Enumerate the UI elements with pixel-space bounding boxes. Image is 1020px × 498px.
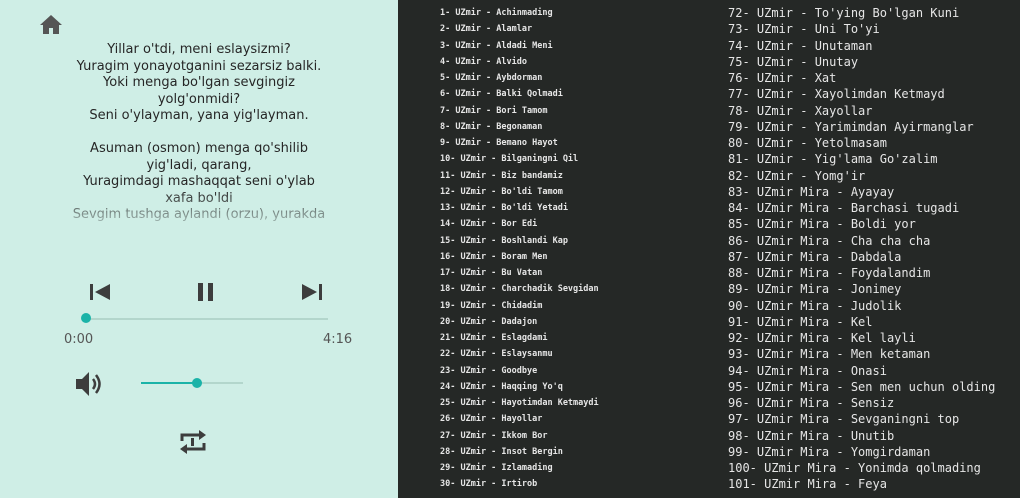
track-item[interactable]: 6- UZmir - Balki Qolmadi <box>440 86 599 102</box>
track-item[interactable]: 94- UZmir Mira - Onasi <box>728 363 995 379</box>
track-item[interactable]: 20- UZmir - Dadajon <box>440 314 599 330</box>
track-item[interactable]: 16- UZmir - Boram Men <box>440 249 599 265</box>
track-item[interactable]: 89- UZmir Mira - Jonimey <box>728 281 995 297</box>
track-item[interactable]: 23- UZmir - Goodbye <box>440 363 599 379</box>
track-item[interactable]: 88- UZmir Mira - Foydalandim <box>728 265 995 281</box>
track-item[interactable]: 101- UZmir Mira - Feya <box>728 476 995 492</box>
track-item[interactable]: 72- UZmir - To'ying Bo'lgan Kuni <box>728 5 995 21</box>
track-item[interactable]: 10- UZmir - Bilganingni Qil <box>440 151 599 167</box>
track-item[interactable]: 96- UZmir Mira - Sensiz <box>728 395 995 411</box>
track-item[interactable]: 8- UZmir - Begonaman <box>440 119 599 135</box>
track-item[interactable]: 90- UZmir Mira - Judolik <box>728 298 995 314</box>
track-item[interactable]: 73- UZmir - Uni To'yi <box>728 21 995 37</box>
track-item[interactable]: 29- UZmir - Izlamading <box>440 460 599 476</box>
track-item[interactable]: 3- UZmir - Aldadi Meni <box>440 38 599 54</box>
track-item[interactable]: 82- UZmir - Yomg'ir <box>728 168 995 184</box>
lyrics-line: Yillar o'tdi, meni eslaysizmi? <box>107 42 291 57</box>
seek-thumb[interactable] <box>81 313 91 323</box>
lyrics-line: Yoki menga bo'lgan sevgingiz <box>103 75 295 90</box>
track-item[interactable]: 18- UZmir - Charchadik Sevgidan <box>440 281 599 297</box>
track-item[interactable]: 17- UZmir - Bu Vatan <box>440 265 599 281</box>
track-item[interactable]: 19- UZmir - Chidadim <box>440 298 599 314</box>
track-item[interactable]: 77- UZmir - Xayolimdan Ketmayd <box>728 86 995 102</box>
track-item[interactable]: 81- UZmir - Yig'lama Go'zalim <box>728 151 995 167</box>
lyrics-line: Yuragim yonayotganini sezarsiz balki. <box>76 58 322 74</box>
pause-button[interactable] <box>192 280 220 304</box>
track-item[interactable]: 13- UZmir - Bo'ldi Yetadi <box>440 200 599 216</box>
skip-next-icon <box>302 284 322 300</box>
pause-icon <box>198 283 213 301</box>
track-item[interactable]: 14- UZmir - Bor Edi <box>440 216 599 232</box>
track-item[interactable]: 93- UZmir Mira - Men ketaman <box>728 346 995 362</box>
elapsed-time: 0:00 <box>64 332 94 347</box>
track-item[interactable]: 15- UZmir - Boshlandi Kap <box>440 233 599 249</box>
track-item[interactable]: 87- UZmir Mira - Dabdala <box>728 249 995 265</box>
track-item[interactable]: 21- UZmir - Eslagdami <box>440 330 599 346</box>
volume-thumb[interactable] <box>192 378 203 388</box>
track-item[interactable]: 5- UZmir - Aybdorman <box>440 70 599 86</box>
home-button[interactable] <box>38 12 64 36</box>
lyrics-line: Asuman (osmon) menga qo'shilib <box>90 141 308 156</box>
track-item[interactable]: 25- UZmir - Hayotimdan Ketmaydi <box>440 395 599 411</box>
track-item[interactable]: 28- UZmir - Insot Bergin <box>440 444 599 460</box>
lyrics-line <box>0 125 398 142</box>
track-item[interactable]: 24- UZmir - Haqqing Yo'q <box>440 379 599 395</box>
track-item[interactable]: 22- UZmir - Eslaysanmu <box>440 346 599 362</box>
track-item[interactable]: 95- UZmir Mira - Sen men uchun olding <box>728 379 995 395</box>
track-list-right: 72- UZmir - To'ying Bo'lgan Kuni 73- UZmi… <box>728 5 995 493</box>
track-item[interactable]: 11- UZmir - Biz bandamiz <box>440 168 599 184</box>
skip-previous-icon <box>90 284 110 300</box>
lyrics-line: yig'ladi, qarang, <box>146 157 252 173</box>
track-item[interactable]: 26- UZmir - Hayollar <box>440 411 599 427</box>
repeat-button[interactable] <box>175 426 211 458</box>
track-item[interactable]: 86- UZmir Mira - Cha cha cha <box>728 233 995 249</box>
track-item[interactable]: 100- UZmir Mira - Yonimda qolmading <box>728 460 995 476</box>
track-item[interactable]: 83- UZmir Mira - Ayayay <box>728 184 995 200</box>
lyrics-line: Seni o'ylayman, yana yig'layman. <box>89 108 309 123</box>
track-item[interactable]: 79- UZmir - Yarimimdan Ayirmanglar <box>728 119 995 135</box>
track-item[interactable]: 85- UZmir Mira - Boldi yor <box>728 216 995 232</box>
track-item[interactable]: 27- UZmir - Ikkom Bor <box>440 428 599 444</box>
track-item[interactable]: 9- UZmir - Bemano Hayot <box>440 135 599 151</box>
volume-icon <box>76 372 101 396</box>
lyrics-line: yolg'onmidi? <box>157 91 241 107</box>
track-item[interactable]: 12- UZmir - Bo'ldi Tamom <box>440 184 599 200</box>
track-item[interactable]: 97- UZmir Mira - Sevganingni top <box>728 411 995 427</box>
track-item[interactable]: 84- UZmir Mira - Barchasi tugadi <box>728 200 995 216</box>
track-item[interactable]: 92- UZmir Mira - Kel layli <box>728 330 995 346</box>
track-item[interactable]: 75- UZmir - Unutay <box>728 54 995 70</box>
track-item[interactable]: 7- UZmir - Bori Tamom <box>440 103 599 119</box>
track-item[interactable]: 2- UZmir - Alamlar <box>440 21 599 37</box>
previous-button[interactable] <box>86 280 114 304</box>
track-item[interactable]: 4- UZmir - Alvido <box>440 54 599 70</box>
track-list-left: 1- UZmir - Achinmading 2- UZmir - Alamlar… <box>440 5 599 493</box>
repeat-icon <box>180 430 206 454</box>
track-item[interactable]: 1- UZmir - Achinmading <box>440 5 599 21</box>
track-item[interactable]: 76- UZmir - Xat <box>728 70 995 86</box>
seek-bar[interactable] <box>86 318 328 320</box>
music-player-panel: Yillar o'tdi, meni eslaysizmi? Yuragim yo… <box>0 0 398 498</box>
lyrics-fade <box>0 190 398 235</box>
track-item[interactable]: 98- UZmir Mira - Unutib <box>728 428 995 444</box>
track-item[interactable]: 99- UZmir Mira - Yomgirdaman <box>728 444 995 460</box>
home-icon <box>40 15 62 34</box>
total-time: 4:16 <box>323 332 353 347</box>
track-item[interactable]: 30- UZmir - Irtirob <box>440 476 599 492</box>
volume-level <box>141 382 198 384</box>
track-item[interactable]: 91- UZmir Mira - Kel <box>728 314 995 330</box>
volume-button[interactable] <box>73 369 107 399</box>
track-item[interactable]: 78- UZmir - Xayollar <box>728 103 995 119</box>
next-button[interactable] <box>298 280 326 304</box>
lyrics-line: Yuragimdagi mashaqqat seni o'ylab <box>83 174 315 189</box>
track-item[interactable]: 80- UZmir - Yetolmasam <box>728 135 995 151</box>
track-item[interactable]: 74- UZmir - Unutaman <box>728 38 995 54</box>
